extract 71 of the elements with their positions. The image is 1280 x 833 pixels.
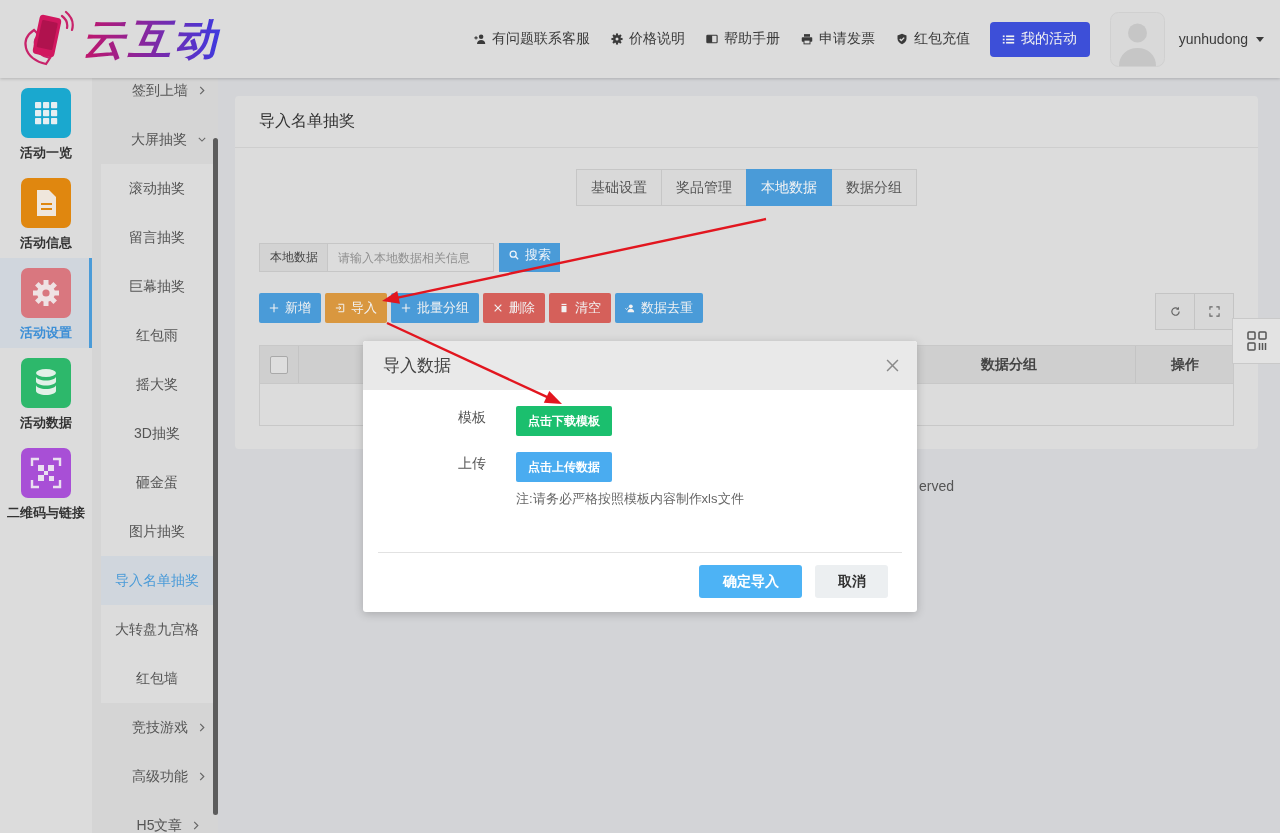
- grid-icon: [1245, 330, 1268, 352]
- tab[interactable]: 数据分组: [831, 169, 917, 206]
- header-link[interactable]: 红包充值: [895, 30, 970, 48]
- search-label: 本地数据: [259, 243, 328, 272]
- chevron-right-icon: [193, 821, 200, 830]
- chevron-right-icon: [198, 86, 205, 95]
- sidebar-nav-item[interactable]: 活动信息: [0, 168, 92, 258]
- sidebar-group-item[interactable]: 大屏抽奖: [92, 115, 213, 164]
- sidebar-sub-item[interactable]: 大转盘九宫格: [101, 605, 213, 654]
- tab[interactable]: 基础设置: [576, 169, 662, 206]
- sidebar-nav-item[interactable]: 活动一览: [0, 78, 92, 168]
- sidebar-sub-item[interactable]: 砸金蛋: [101, 458, 213, 507]
- sidebar-group-item[interactable]: 竞技游戏: [92, 703, 213, 752]
- tab[interactable]: 奖品管理: [661, 169, 747, 206]
- cross-icon: [493, 303, 503, 313]
- header-link[interactable]: 申请发票: [800, 30, 875, 48]
- scrollbar[interactable]: [213, 138, 218, 815]
- close-icon: [886, 359, 899, 372]
- sidebar-sub-item[interactable]: 图片抽奖: [101, 507, 213, 556]
- sidebar-sub-item[interactable]: 留言抽奖: [101, 213, 213, 262]
- user-menu[interactable]: yunhudong: [1178, 31, 1264, 47]
- book-icon: [705, 33, 718, 45]
- gear-icon: [610, 33, 623, 45]
- column-header: 操作: [1170, 355, 1199, 374]
- floating-grid-button[interactable]: [1232, 318, 1280, 364]
- trash-icon: [559, 303, 569, 313]
- page-title: 导入名单抽奖: [235, 96, 1258, 148]
- shield-icon: [895, 33, 908, 45]
- sidebar-sub-item[interactable]: 3D抽奖: [101, 409, 213, 458]
- user-check-icon: [625, 303, 635, 313]
- sidebar-sub-item[interactable]: 红包雨: [101, 311, 213, 360]
- sidebar-group-item[interactable]: 高级功能: [92, 752, 213, 801]
- copyright-text: erved: [919, 478, 955, 494]
- refresh-icon: [1169, 306, 1181, 317]
- cancel-button[interactable]: 取消: [815, 565, 888, 598]
- header-link[interactable]: 帮助手册: [705, 30, 780, 48]
- sidebar-nav-item[interactable]: 二维码与链接: [0, 438, 92, 528]
- header-link[interactable]: 有问题联系客服: [473, 30, 590, 48]
- my-activities-button[interactable]: 我的活动: [989, 21, 1090, 57]
- sidebar-nav-item[interactable]: 活动数据: [0, 348, 92, 438]
- select-all-checkbox[interactable]: [270, 355, 288, 374]
- caret-icon: [1256, 36, 1264, 42]
- dialog-title: 导入数据: [383, 355, 451, 377]
- plus-icon: [269, 303, 279, 313]
- field-label: 模板: [457, 408, 486, 427]
- toolbar-button[interactable]: 清空: [549, 293, 611, 323]
- hint-text: 注:请务必严格按照模板内容制作xls文件: [516, 490, 744, 508]
- sidebar-sub-item[interactable]: 滚动抽奖: [101, 164, 213, 213]
- header-link[interactable]: 价格说明: [610, 30, 685, 48]
- printer-icon: [800, 33, 813, 45]
- field-label: 上传: [457, 454, 486, 473]
- plus-icon: [401, 303, 411, 313]
- sidebar-sub-item[interactable]: 巨幕抽奖: [101, 262, 213, 311]
- chevron-right-icon: [198, 723, 205, 732]
- toolbar-button[interactable]: 删除: [483, 293, 545, 323]
- list-icon: [1002, 32, 1016, 46]
- chevron-down-icon: [197, 137, 206, 142]
- add-user-icon: [473, 33, 486, 45]
- chevron-right-icon: [198, 772, 205, 781]
- refresh-button[interactable]: [1155, 293, 1195, 330]
- column-header: 数据分组: [981, 355, 1037, 374]
- fullscreen-icon: [1208, 306, 1220, 317]
- sidebar-group-item[interactable]: H5文章: [92, 801, 213, 833]
- import-icon: [335, 303, 345, 313]
- close-button[interactable]: [886, 359, 899, 372]
- sidebar-sub-item[interactable]: 摇大奖: [101, 360, 213, 409]
- fullscreen-button[interactable]: [1194, 293, 1234, 330]
- search-field[interactable]: 请输入本地数据相关信息: [328, 243, 494, 272]
- sidebar-group-item[interactable]: 签到上墙: [92, 78, 213, 115]
- sidebar-sub-item[interactable]: 红包墙: [101, 654, 213, 703]
- search-icon: [508, 249, 519, 260]
